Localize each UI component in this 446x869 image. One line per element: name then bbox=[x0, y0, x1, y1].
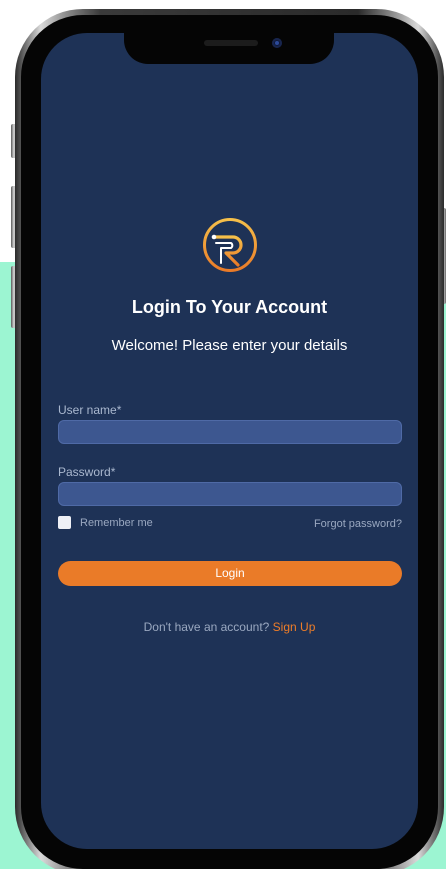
password-label: Password* bbox=[58, 465, 116, 479]
password-input[interactable] bbox=[58, 482, 402, 506]
login-screen: Login To Your Account Welcome! Please en… bbox=[41, 33, 418, 849]
signup-link[interactable]: Sign Up bbox=[273, 620, 316, 634]
forgot-password-link[interactable]: Forgot password? bbox=[314, 518, 402, 530]
r-circuit-logo-icon bbox=[203, 218, 257, 272]
signup-row: Don't have an account? Sign Up bbox=[41, 620, 418, 634]
page-title: Login To Your Account bbox=[131, 297, 328, 317]
speaker-grille bbox=[204, 40, 258, 46]
username-label: User name* bbox=[58, 403, 122, 417]
login-button[interactable]: Login bbox=[58, 561, 402, 586]
remember-me-checkbox[interactable] bbox=[58, 516, 71, 529]
page-subtitle: Welcome! Please enter your details bbox=[111, 337, 348, 354]
remember-me-row[interactable]: Remember me bbox=[58, 516, 153, 529]
username-input[interactable] bbox=[58, 420, 402, 444]
front-camera bbox=[272, 38, 282, 48]
signup-prompt: Don't have an account? bbox=[143, 620, 270, 634]
phone-notch bbox=[124, 33, 334, 64]
page: Login To Your Account Welcome! Please en… bbox=[0, 0, 446, 869]
remember-me-label: Remember me bbox=[80, 516, 153, 529]
